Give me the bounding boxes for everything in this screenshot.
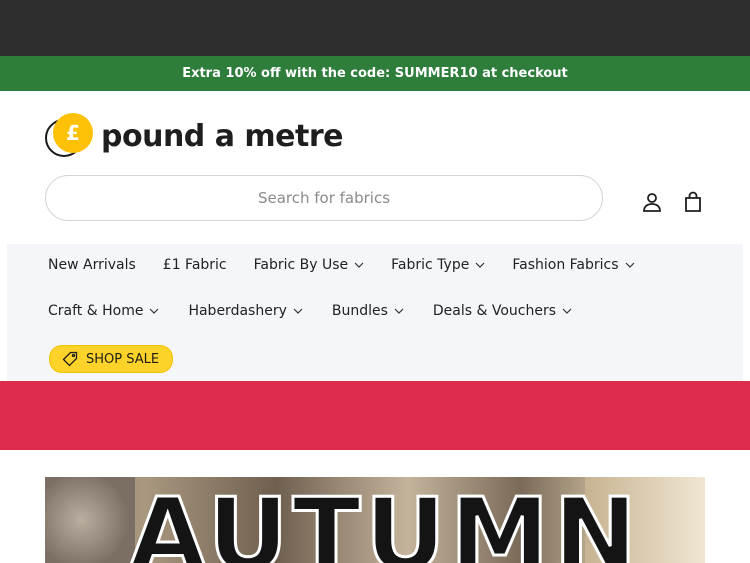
search-input[interactable] <box>46 188 602 208</box>
top-bar <box>0 0 750 56</box>
account-button[interactable] <box>641 191 663 213</box>
chevron-down-icon <box>354 262 364 268</box>
logo-text: pound a metre <box>101 118 344 154</box>
price-tag-icon <box>62 351 78 367</box>
shop-sale-label: SHOP SALE <box>86 351 160 367</box>
shopping-bag-icon <box>685 191 701 212</box>
chevron-down-icon <box>150 308 159 314</box>
promo-banner: Extra 10% off with the code: SUMMER10 at… <box>0 56 750 91</box>
user-icon <box>643 193 661 212</box>
nav-new-arrivals[interactable]: New Arrivals <box>48 257 136 273</box>
nav-deals-vouchers[interactable]: Deals & Vouchers <box>433 303 572 319</box>
chevron-down-icon <box>562 308 572 314</box>
nav-row-1: New Arrivals £1 Fabric Fabric By Use Fab… <box>48 257 635 273</box>
main-navigation: New Arrivals £1 Fabric Fabric By Use Fab… <box>7 244 743 381</box>
chevron-down-icon <box>394 308 404 314</box>
nav-bundles[interactable]: Bundles <box>332 303 404 319</box>
nav-craft-home[interactable]: Craft & Home <box>48 303 159 319</box>
promo-text: Extra 10% off with the code: SUMMER10 at… <box>182 66 568 81</box>
nav-row-2: Craft & Home Haberdashery Bundles Deals … <box>48 303 572 319</box>
cart-button[interactable] <box>682 191 704 213</box>
search-bar[interactable] <box>45 175 603 221</box>
logo-symbol: £ <box>53 113 93 153</box>
hero-banner[interactable]: AUTUMN <box>45 477 705 563</box>
site-logo[interactable]: £ pound a metre <box>45 113 344 159</box>
nav-fabric-by-use[interactable]: Fabric By Use <box>254 257 365 273</box>
nav-one-pound-fabric[interactable]: £1 Fabric <box>163 257 227 273</box>
nav-fashion-fabrics[interactable]: Fashion Fabrics <box>512 257 634 273</box>
nav-fabric-type[interactable]: Fabric Type <box>391 257 485 273</box>
nav-haberdashery[interactable]: Haberdashery <box>188 303 303 319</box>
chevron-down-icon <box>625 262 634 268</box>
hero-title: AUTUMN <box>127 477 642 563</box>
chevron-down-icon <box>475 262 485 268</box>
pound-coin-icon: £ <box>45 113 93 159</box>
shop-sale-button[interactable]: SHOP SALE <box>49 345 174 373</box>
chevron-down-icon <box>293 308 303 314</box>
red-banner <box>0 381 750 450</box>
